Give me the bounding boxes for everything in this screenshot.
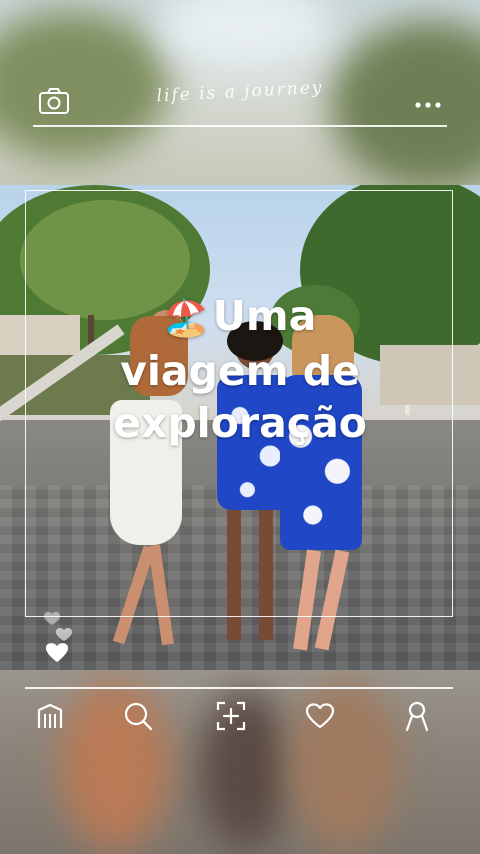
beach-umbrella-emoji: 🏖️ <box>163 298 209 339</box>
home-icon[interactable] <box>32 698 68 734</box>
search-icon[interactable] <box>120 698 156 734</box>
caption-line-3: exploração <box>113 399 367 447</box>
header-divider <box>33 125 447 127</box>
caption-line-1: Uma <box>212 292 317 340</box>
more-dots-icon[interactable] <box>414 95 442 108</box>
profile-icon[interactable] <box>399 698 435 734</box>
caption-line-2: viagem de <box>120 347 360 395</box>
camera-icon[interactable] <box>38 87 70 115</box>
add-post-icon[interactable] <box>213 698 249 734</box>
post-caption: 🏖️Uma viagem de exploração <box>40 290 440 449</box>
nav-divider <box>25 687 453 689</box>
heart-icon[interactable] <box>302 698 338 734</box>
floating-hearts-icon[interactable] <box>40 610 80 668</box>
